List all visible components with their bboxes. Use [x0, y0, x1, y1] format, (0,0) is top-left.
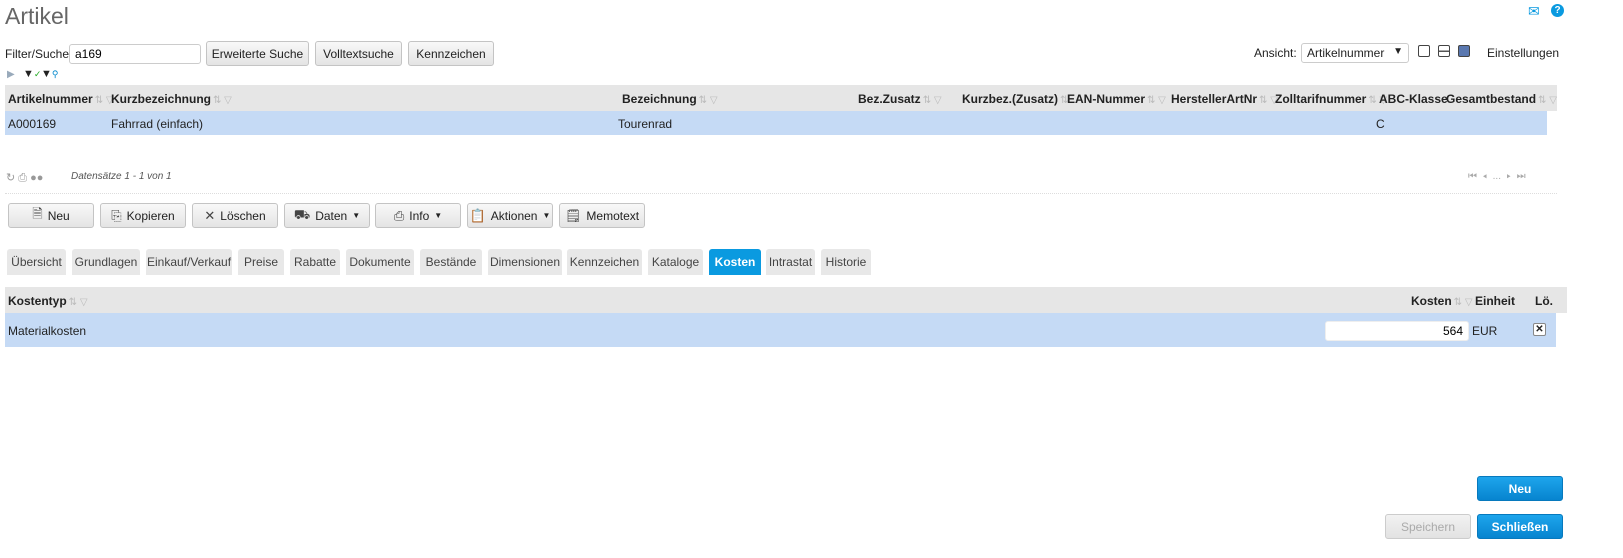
layout-single-icon[interactable] [1418, 45, 1430, 57]
cell-kurzbezeichnung: Fahrrad (einfach) [111, 117, 204, 131]
cell-kostentyp: Materialkosten [8, 324, 87, 338]
copy-icon: ⎘ [111, 207, 122, 223]
document-icon: 🗎 [32, 205, 43, 221]
printer-icon: ⎙ [393, 207, 405, 223]
kosten-input[interactable] [1325, 321, 1469, 341]
expand-icon[interactable]: ▶ [7, 69, 15, 80]
col-kurzbezeichnung[interactable]: Kurzbezeichnung ⇅ ▽ [111, 92, 232, 106]
filter-input[interactable] [69, 44, 201, 64]
filter-label: Filter/Suche: [5, 47, 73, 61]
tab-bestaende[interactable]: Bestände [420, 249, 482, 275]
caret-down-icon: ▼ [542, 211, 551, 220]
actions-menu-button[interactable]: 📋 Aktionen ▼ [467, 203, 553, 228]
view-select-value: Artikelnummer [1307, 46, 1385, 60]
cell-abc: C [1376, 117, 1385, 131]
tab-preise[interactable]: Preise [238, 249, 284, 275]
filter-apply-icon[interactable]: ▼✓ [23, 68, 41, 80]
page-title: Artikel [5, 3, 69, 29]
filter-search-icon[interactable]: ▼⚲ [41, 68, 58, 80]
tab-grundlagen[interactable]: Grundlagen [72, 249, 140, 275]
col-ean[interactable]: EAN-Nummer ⇅ ▽ [1067, 92, 1166, 106]
col-kurzbez-zusatz[interactable]: Kurzbez.(Zusatz) ⇅ [962, 92, 1068, 106]
col-kostentyp[interactable]: Kostentyp ⇅ ▽ [8, 294, 88, 308]
delete-row-icon[interactable]: ✕ [1533, 323, 1546, 336]
caret-down-icon: ▼ [434, 211, 443, 220]
divider [5, 193, 1557, 194]
kennzeichen-button[interactable]: Kennzeichen [408, 41, 494, 66]
new-button[interactable]: 🗎 Neu [8, 203, 94, 228]
tab-kataloge[interactable]: Kataloge [648, 249, 703, 275]
data-menu-button[interactable]: ⛟ Daten ▼ [284, 203, 370, 228]
view-select[interactable]: Artikelnummer ▼ [1301, 43, 1409, 63]
memotext-button[interactable]: 🗒 Memotext [559, 203, 645, 228]
view-label: Ansicht: [1254, 46, 1297, 60]
cell-bezeichnung: Tourenrad [618, 117, 673, 131]
mail-icon[interactable]: ✉ [1528, 3, 1540, 20]
col-abc[interactable]: ABC-Klasse [1379, 92, 1448, 106]
tab-dokumente[interactable]: Dokumente [346, 249, 414, 275]
close-button[interactable]: Schließen [1477, 514, 1563, 539]
tab-kennzeichen[interactable]: Kennzeichen [567, 249, 642, 275]
col-loeschen[interactable]: Lö. [1535, 294, 1553, 308]
data-icon: ⛟ [293, 206, 311, 222]
article-grid-header: Artikelnummer ⇅ ▽ Kurzbezeichnung ⇅ ▽ Beze… [5, 85, 1557, 111]
table-row[interactable]: Materialkosten EUR ✕ [5, 313, 1556, 347]
copy-button[interactable]: ⎘ Kopieren [100, 203, 186, 228]
col-bezeichnung[interactable]: Bezeichnung ⇅ ▽ [622, 92, 718, 106]
costs-new-button[interactable]: Neu [1477, 476, 1563, 501]
tab-rabatte[interactable]: Rabatte [290, 249, 340, 275]
layout-split-icon[interactable] [1438, 45, 1450, 57]
tab-uebersicht[interactable]: Übersicht [7, 249, 66, 275]
costs-grid-header: Kostentyp ⇅ ▽ Kosten ⇅ ▽ Einheit Lö. [5, 287, 1567, 313]
tab-intrastat[interactable]: Intrastat [766, 249, 815, 275]
table-row[interactable]: A000169 Fahrrad (einfach) Tourenrad C [5, 111, 1547, 135]
col-kosten[interactable]: Kosten ⇅ ▽ [1411, 294, 1473, 308]
clipboard-icon: 📋 [469, 207, 486, 223]
col-artikelnummer[interactable]: Artikelnummer ⇅ ▽ [8, 92, 114, 106]
settings-link[interactable]: Einstellungen [1487, 46, 1559, 60]
fulltext-search-button[interactable]: Volltextsuche [315, 41, 402, 66]
x-icon: ✕ [204, 207, 216, 223]
col-hersteller[interactable]: HerstellerArtNr ⇅ ▽ [1171, 92, 1278, 106]
memo-icon: 🗒 [564, 207, 582, 223]
tab-kosten[interactable]: Kosten [709, 249, 761, 275]
records-count: Datensätze 1 - 1 von 1 [71, 171, 172, 182]
col-bez-zusatz[interactable]: Bez.Zusatz ⇅ ▽ [858, 92, 942, 106]
cell-einheit: EUR [1472, 324, 1498, 338]
info-menu-button[interactable]: ⎙ Info ▼ [375, 203, 461, 228]
col-zolltarif[interactable]: Zolltarifnummer ⇅ ▽ [1275, 92, 1387, 106]
layout-full-icon[interactable] [1458, 45, 1470, 57]
dropdown-arrow-icon: ▼ [1393, 46, 1403, 57]
tab-historie[interactable]: Historie [821, 249, 871, 275]
col-einheit[interactable]: Einheit [1475, 294, 1515, 308]
help-icon[interactable]: ? [1551, 4, 1564, 17]
cell-artikelnummer: A000169 [8, 117, 57, 131]
tab-einkauf-verkauf[interactable]: Einkauf/Verkauf [146, 249, 232, 275]
tab-dimensionen[interactable]: Dimensionen [488, 249, 562, 275]
pager[interactable]: ⏮ ◂ ... ▸ ⏭ [1468, 171, 1526, 182]
save-button[interactable]: Speichern [1385, 514, 1471, 539]
col-gesamtbestand[interactable]: Gesamtbestand ⇅ ▽ [1446, 92, 1557, 106]
extended-search-button[interactable]: Erweiterte Suche [206, 41, 309, 66]
caret-down-icon: ▼ [352, 211, 361, 220]
delete-button[interactable]: ✕ Löschen [192, 203, 278, 228]
refresh-icon[interactable]: ↻ ⎙ ●● [6, 171, 43, 185]
